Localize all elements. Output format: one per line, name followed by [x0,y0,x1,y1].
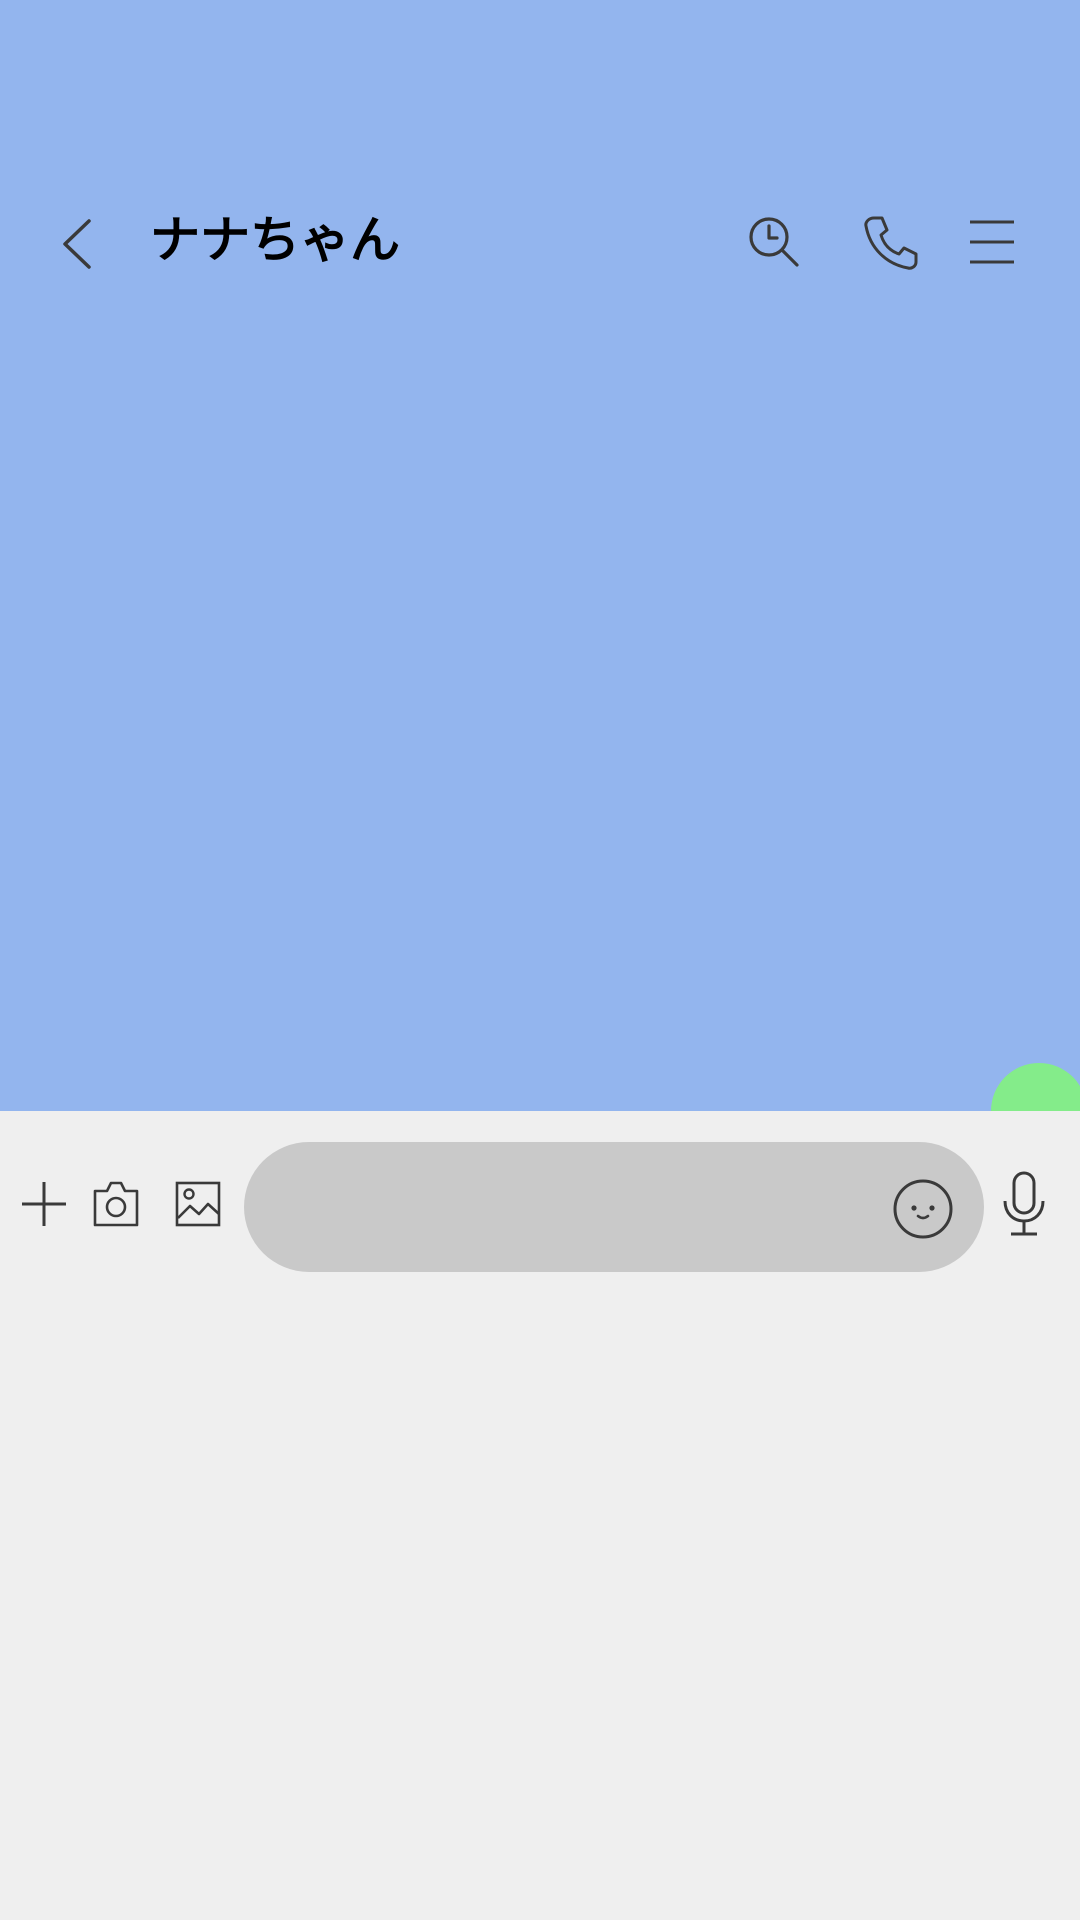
phone-icon [864,216,918,270]
chat-title: ナナちゃん [150,211,400,269]
microphone-icon [1003,1171,1045,1236]
menu-button[interactable] [960,212,1024,272]
camera-button[interactable] [88,1176,144,1232]
history-search-button[interactable] [740,208,810,278]
call-button[interactable] [856,208,926,278]
voice-input-button[interactable] [996,1168,1052,1240]
menu-icon [970,220,1014,264]
history-search-icon [749,217,799,267]
message-input[interactable] [294,1183,874,1231]
back-arrow-icon [63,219,91,269]
image-icon [175,1181,221,1227]
chat-area [0,0,1080,1111]
add-button[interactable] [16,1176,72,1232]
plus-icon [22,1182,66,1226]
image-button[interactable] [170,1176,226,1232]
emoji-button[interactable] [888,1174,958,1244]
camera-icon [93,1181,139,1227]
message-field[interactable] [244,1142,984,1272]
back-button[interactable] [48,206,108,282]
emoji-icon [893,1179,953,1239]
